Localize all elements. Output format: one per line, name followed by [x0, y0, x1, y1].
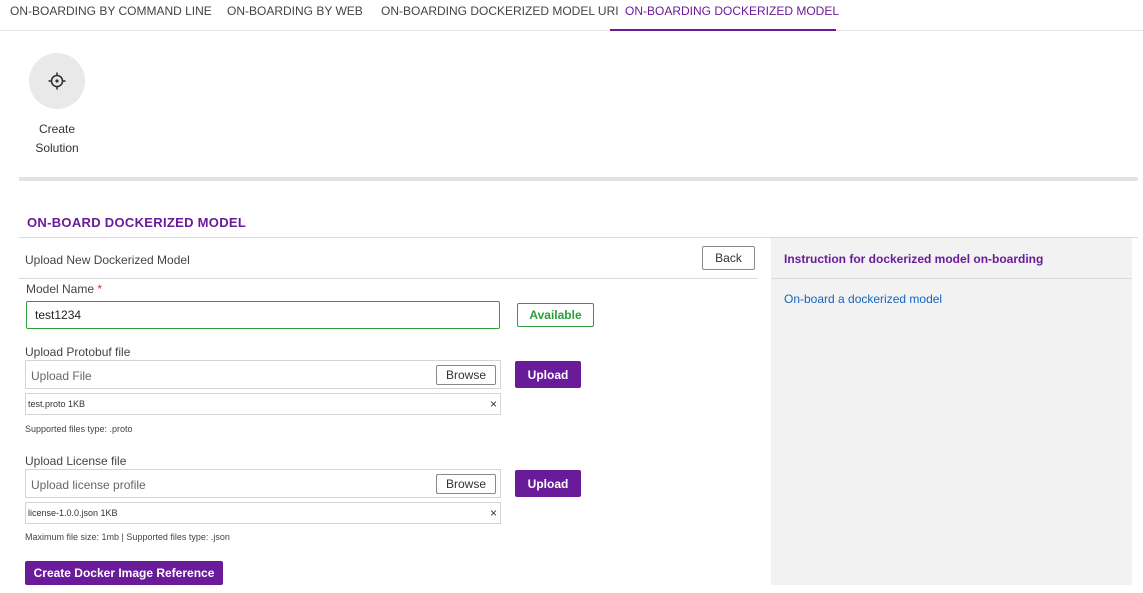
availability-badge: Available	[517, 303, 594, 327]
crosshair-icon	[48, 72, 66, 90]
step-label-line2: Solution	[35, 141, 79, 155]
tab-dockerized-model[interactable]: ON-BOARDING DOCKERIZED MODEL	[610, 0, 839, 31]
protobuf-file-name: test.proto 1KB	[28, 399, 86, 409]
protobuf-label: Upload Protobuf file	[25, 345, 131, 359]
step-divider	[19, 177, 1138, 181]
form-divider	[19, 278, 758, 279]
license-placeholder: Upload license profile	[31, 478, 146, 492]
tab-bar: ON-BOARDING BY COMMAND LINE ON-BOARDING …	[0, 0, 1143, 31]
license-file-field[interactable]: Upload license profile Browse	[25, 469, 501, 498]
license-label: Upload License file	[25, 454, 127, 468]
protobuf-remove-icon[interactable]: ×	[490, 397, 497, 411]
create-docker-image-reference-button[interactable]: Create Docker Image Reference	[25, 561, 223, 585]
protobuf-browse-button[interactable]: Browse	[436, 365, 496, 385]
protobuf-upload-button[interactable]: Upload	[515, 361, 581, 388]
create-solution-step[interactable]	[29, 53, 85, 109]
license-browse-button[interactable]: Browse	[436, 474, 496, 494]
protobuf-hint: Supported files type: .proto	[25, 424, 133, 434]
tab-web[interactable]: ON-BOARDING BY WEB	[227, 0, 363, 31]
protobuf-selected-file: test.proto 1KB ×	[25, 393, 501, 415]
step-label-line1: Create	[38, 122, 76, 136]
protobuf-file-field[interactable]: Upload File Browse	[25, 360, 501, 389]
license-file-name: license-1.0.0.json 1KB	[28, 508, 118, 518]
instructions-title: Instruction for dockerized model on-boar…	[784, 252, 1044, 266]
tab-command-line[interactable]: ON-BOARDING BY COMMAND LINE	[10, 0, 212, 31]
license-hint: Maximum file size: 1mb | Supported files…	[25, 532, 230, 542]
tab-dockerized-model-uri[interactable]: ON-BOARDING DOCKERIZED MODEL URI	[381, 0, 619, 31]
model-name-label: Model Name *	[26, 282, 102, 296]
instructions-link[interactable]: On-board a dockerized model	[784, 292, 942, 306]
back-button[interactable]: Back	[702, 246, 755, 270]
instructions-panel: Instruction for dockerized model on-boar…	[771, 238, 1132, 585]
license-remove-icon[interactable]: ×	[490, 506, 497, 520]
license-upload-button[interactable]: Upload	[515, 470, 581, 497]
model-name-label-text: Model Name	[26, 282, 95, 296]
form-title: Upload New Dockerized Model	[25, 253, 190, 267]
step-label: Create Solution	[17, 120, 97, 158]
license-selected-file: license-1.0.0.json 1KB ×	[25, 502, 501, 524]
required-mark: *	[97, 282, 103, 296]
section-title: ON-BOARD DOCKERIZED MODEL	[27, 215, 247, 230]
model-name-input[interactable]	[26, 301, 500, 329]
instructions-divider	[771, 278, 1132, 279]
protobuf-placeholder: Upload File	[31, 369, 92, 383]
